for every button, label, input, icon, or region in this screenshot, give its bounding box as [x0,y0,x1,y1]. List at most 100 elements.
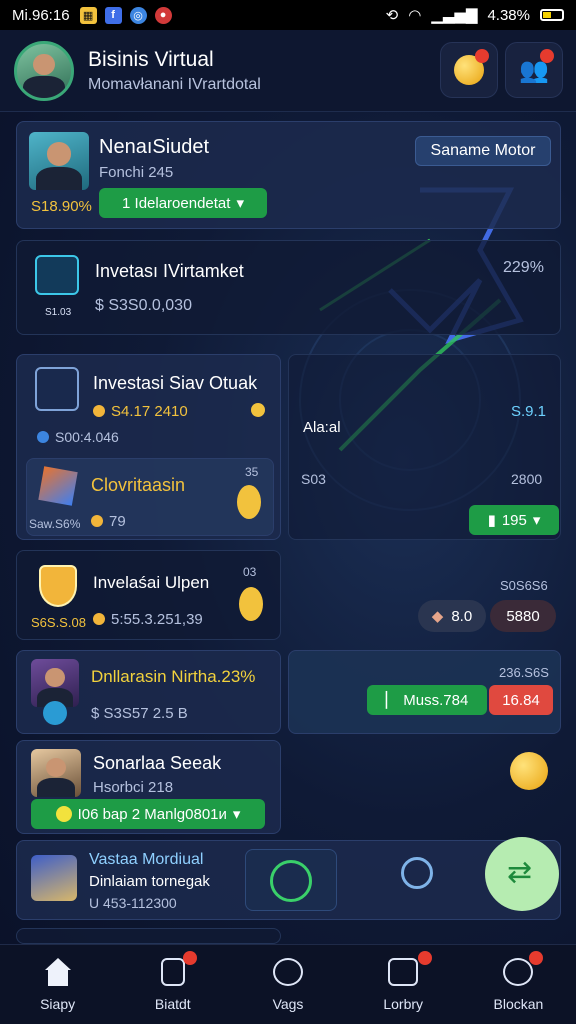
wallet-icon [160,957,185,986]
vastaa-card[interactable]: Vastaa Mordiual Dinlaiam tornegak U 453-… [16,837,561,920]
wallet-icon: ▮ [487,512,496,529]
market-small-value: S1.03 [45,307,72,318]
nav-item-vault[interactable]: Vags [230,945,345,1024]
shield-dollar-icon [39,565,77,607]
vastaa-title: Vastaa Mordiual [89,851,204,868]
chevron-down-icon: ▾ [232,806,241,823]
savings-line1: S4.17 2410 [93,403,188,420]
investment-market-card[interactable]: S1.03 Invetası IVirtamket $ S3S0.0,030 2… [16,240,561,335]
clovrit-num: 35 [245,465,259,479]
sonarl-card[interactable]: Sonarlaa Seeak Hsorbci 218 I06 bap 2 Man… [16,740,281,834]
notification-dot [475,49,489,63]
clovrit-left: Saw.S6% [29,517,81,531]
gold-coin-icon [251,403,265,417]
profile-percent: S18.90% [31,198,92,215]
coin-icon [93,405,105,417]
nav-item-library[interactable]: Lorbry [346,945,461,1024]
status-time: Mi.96:16 [12,6,70,24]
chevron-down-icon: ▾ [236,195,244,212]
nav-item-wallet[interactable]: Biatdt [115,945,230,1024]
gold-coin-icon[interactable] [510,752,548,790]
battery-icon [540,9,564,21]
rewards-button[interactable] [440,42,498,98]
swap-icon: ⇄ [507,856,533,889]
alert-icon: ● [154,6,172,24]
clovrit-value: 79 [91,513,126,530]
open-button-1[interactable]: ◆ 8.0 [418,600,486,632]
team-button[interactable]: 👥 [505,42,563,98]
signal-icon: ▁▃▅▇ [431,7,478,24]
wifi-icon: ◠ [408,7,422,24]
profile-card[interactable]: NenaıSiudet Fonchi 245 S18.90% 1 Idelaro… [16,121,561,229]
notification-dot [528,951,543,965]
status-right: ⟲ ◠ ▁▃▅▇ 4.38% [386,6,564,24]
blue-coin-icon [37,431,49,443]
scan-button[interactable] [245,849,337,911]
open-left: S6S.S.08 [31,615,86,630]
profile-name: NenaıSiudet [99,136,210,158]
open-title: Invelaśai Ulpen [93,573,210,592]
status-bar: Mi.96:16 ▦ f ◎ ● ⟲ ◠ ▁▃▅▇ 4.38% [0,0,576,30]
bottom-nav: Siapy Biatdt Vags Lorbry Blockan [0,944,576,1024]
nav-item-blockchain[interactable]: Blockan [461,945,576,1024]
chevron-icon: ▏ [385,692,398,709]
market-title: Invetası IVirtamket [95,261,244,281]
user-avatar[interactable] [14,41,74,101]
badge-icon [43,701,67,725]
investment-open-card[interactable]: Invelaśai Ulpen 03 S6S.S.08 5:55.3.251,3… [16,550,281,640]
chart-monitor-icon [35,255,79,295]
market-percent: 229% [503,259,544,276]
buy-button[interactable]: ▏ Muss.784 [367,685,487,715]
open-button-2[interactable]: 5880 [490,600,556,632]
app-header: Bisinis Virtual Momavłanani IVrartdotal … [0,30,576,112]
swap-button[interactable]: ⇄ [485,837,559,911]
clovrit-title: Clovritaаsin [91,475,186,495]
coin-icon [91,515,103,527]
vastaa-value: U 453-112300 [89,895,177,911]
notification-dot [540,49,554,63]
open-num: 03 [243,565,257,579]
nav-label: Biatdt [154,995,191,1012]
home-icon [43,957,73,986]
savings-line2: S00:4.046 [37,429,119,445]
coin-icon [55,806,72,822]
open-right-top: S0S6S6 [500,578,548,593]
chart-right-value: 2800 [511,471,543,487]
market-right-top: 236.S6S [499,665,549,680]
sonarl-dropdown[interactable]: I06 bap 2 Manlg0801и ▾ [31,799,265,829]
coin-icon [237,485,261,519]
chevron-down-icon: ▾ [532,512,541,529]
line-chart-icon [35,367,79,411]
advisor-avatar [31,749,81,797]
search-icon[interactable] [401,857,433,889]
nav-label: Blockan [493,995,544,1012]
sonarl-sub: Hsorbci 218 [93,779,174,796]
partial-card [16,928,281,944]
savings-title: Investasi Siav Otuak [93,373,258,393]
notification-icons: ▦ f ◎ ● [79,6,172,24]
market-value: $ S3S0.0,030 [95,297,192,314]
sell-button[interactable]: 16.84 [489,685,553,715]
coin-icon [239,587,263,621]
open-value: 5:55.3.251,39 [93,611,203,628]
notification-dot [183,951,198,965]
sonarl-title: Sonarlaa Seeak [93,753,222,773]
dollar-card[interactable]: Dnllarasin Nirtha.23% $ S3S57 2.5 B [16,650,281,734]
status-badge[interactable]: Saname Motor [415,136,551,166]
books-icon [31,855,77,901]
vault-icon [273,957,303,986]
clovrit-card[interactable]: Clovritaаsin 35 Saw.S6% 79 [26,458,274,536]
dollar-title: Dnllarasin Nirtha.23% [91,667,256,686]
nav-label: Vags [272,995,304,1012]
battery-percent: 4.38% [487,6,530,24]
app-notification-icon: ▦ [79,6,97,24]
nav-item-home[interactable]: Siapy [0,945,115,1024]
page-title: Bisinis Virtual [88,48,214,71]
vastaa-sub: Dinlaiam tornegak [89,873,210,890]
rotate-icon: ⟲ [385,7,399,24]
dollar-value: $ S3S57 2.5 B [91,705,188,722]
chart-pill[interactable]: ▮ 195 ▾ [469,505,559,535]
chart-panel: Ala:al S03 2800 S.9.1 ▮ 195 ▾ [288,354,561,540]
profile-dropdown[interactable]: 1 Idelaroendetat ▾ [99,188,267,218]
cube-icon [38,466,78,506]
